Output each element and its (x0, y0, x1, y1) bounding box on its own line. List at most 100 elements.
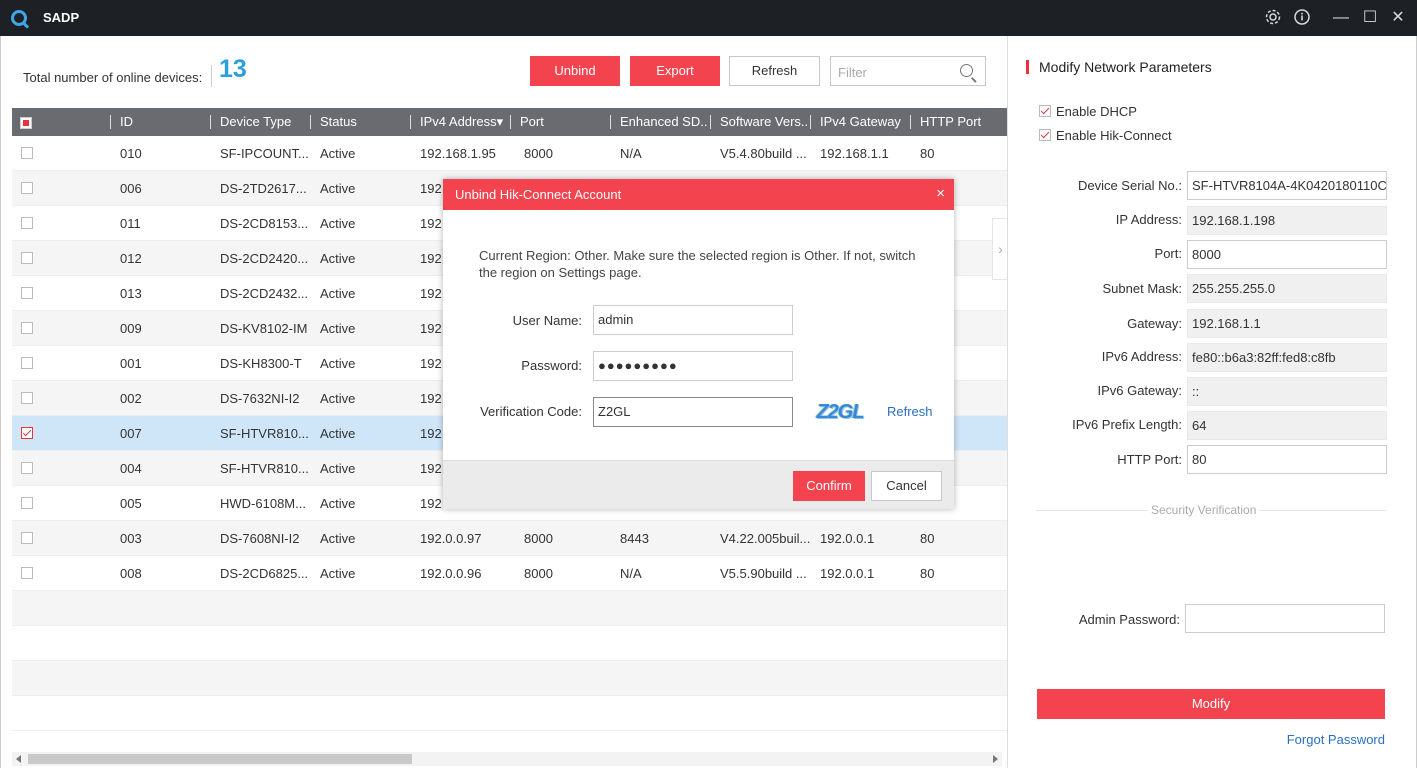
security-verification-label: Security Verification (1148, 503, 1260, 517)
col-ipv4-address[interactable]: IPv4 Address▾ (420, 108, 510, 136)
unbind-dialog: Unbind Hik-Connect Account × Current Reg… (443, 179, 954, 509)
row-checkbox[interactable] (21, 182, 33, 194)
username-input[interactable]: admin (593, 305, 793, 335)
ipv6-address-field: fe80::b6a3:82ff:fed8:c8fb (1187, 343, 1387, 372)
sort-down-icon: ▾ (496, 114, 504, 129)
cell-sw: V5.5.90build ... (720, 566, 807, 581)
col-enhanced-sdk[interactable]: Enhanced SD... (620, 108, 708, 136)
admin-password-field[interactable] (1185, 604, 1385, 633)
cell-type: SF-HTVR810... (220, 426, 309, 441)
admin-password-label: Admin Password: (1078, 612, 1180, 627)
collapse-panel-button[interactable]: › (992, 218, 1008, 280)
verification-code-input[interactable]: Z2GL (593, 397, 793, 427)
row-checkbox[interactable] (21, 217, 33, 229)
cell-ip: 192.0.0.97 (420, 531, 482, 546)
close-icon[interactable]: × (936, 185, 945, 203)
cancel-button[interactable]: Cancel (871, 471, 942, 501)
row-checkbox[interactable] (21, 532, 33, 544)
row-checkbox[interactable] (21, 287, 33, 299)
cell-status: Active (320, 286, 356, 301)
cell-sdk: N/A (620, 146, 642, 161)
row-checkbox[interactable] (21, 392, 33, 404)
info-icon[interactable] (1292, 8, 1312, 28)
password-input[interactable]: ●●●●●●●●● (593, 351, 793, 381)
col-ipv4-gateway[interactable]: IPv4 Gateway (820, 108, 901, 136)
enable-dhcp-label: Enable DHCP (1056, 104, 1137, 119)
row-checkbox[interactable] (21, 252, 33, 264)
scroll-right-icon[interactable] (993, 755, 998, 763)
cell-status: Active (320, 251, 356, 266)
unbind-button[interactable]: Unbind (530, 56, 620, 86)
row-checkbox[interactable] (21, 462, 33, 474)
row-checkbox[interactable] (21, 147, 33, 159)
cell-gw: 192.0.0.1 (820, 566, 875, 581)
row-checkbox[interactable] (21, 567, 33, 579)
cell-status: Active (320, 566, 356, 581)
col-id[interactable]: ID (120, 108, 133, 136)
cell-status: Active (320, 496, 356, 511)
col-port[interactable]: Port (520, 108, 544, 136)
table-row[interactable]: 008 DS-2CD6825... Active 192.0.0.96 8000 N/A V… (12, 556, 1007, 591)
app-title: SADP (43, 10, 80, 25)
captcha-refresh-link[interactable]: Refresh (887, 404, 933, 419)
select-all-checkbox[interactable] (20, 117, 32, 129)
search-icon[interactable] (960, 64, 973, 77)
filter-input[interactable] (838, 63, 953, 81)
refresh-button[interactable]: Refresh (729, 56, 820, 86)
scroll-left-icon[interactable] (16, 755, 21, 763)
password-label: Password: (521, 358, 582, 373)
cell-type: DS-KV8102-IM (220, 321, 308, 336)
forgot-password-link[interactable]: Forgot Password (1287, 732, 1385, 747)
table-row[interactable]: 010 SF-IPCOUNT... Active 192.168.1.95 8000 N/… (12, 136, 1007, 171)
cell-id: 002 (120, 391, 142, 406)
ipv6-prefix-label: IPv6 Prefix Length: (1072, 417, 1182, 432)
col-status[interactable]: Status (320, 108, 357, 136)
cell-http: 80 (920, 566, 935, 581)
empty-row (12, 626, 1007, 661)
row-checkbox[interactable] (21, 357, 33, 369)
ip-address-label: IP Address: (1115, 212, 1182, 227)
row-checkbox[interactable] (21, 427, 33, 439)
modify-button[interactable]: Modify (1037, 689, 1385, 719)
cell-type: DS-2CD6825... (220, 566, 309, 581)
cell-ip: 192. (420, 216, 446, 231)
horizontal-scrollbar[interactable] (12, 752, 1002, 766)
row-checkbox[interactable] (21, 497, 33, 509)
cell-ip: 192. (420, 391, 446, 406)
minimize-button[interactable]: — (1331, 8, 1351, 28)
ipv6-gateway-field: :: (1187, 377, 1387, 406)
sadp-logo-icon (11, 10, 27, 26)
confirm-button[interactable]: Confirm (793, 471, 865, 501)
maximize-button[interactable]: ☐ (1360, 8, 1380, 28)
cell-gw: 192.0.0.1 (820, 531, 875, 546)
gear-icon[interactable] (1263, 8, 1283, 28)
cell-status: Active (320, 356, 356, 371)
table-row[interactable]: 003 DS-7608NI-I2 Active 192.0.0.97 8000 8443 V… (12, 521, 1007, 556)
cell-ip: 192.0.0.96 (420, 566, 482, 581)
scroll-thumb[interactable] (28, 754, 412, 764)
serial-field[interactable]: SF-HTVR8104A-4K0420180110CCWR (1187, 171, 1387, 200)
cell-id: 003 (120, 531, 142, 546)
enable-dhcp-checkbox[interactable]: Enable DHCP (1039, 104, 1137, 119)
cell-ip: 192. (420, 251, 446, 266)
row-checkbox[interactable] (21, 322, 33, 334)
export-button[interactable]: Export (630, 56, 720, 86)
cell-id: 013 (120, 286, 142, 301)
port-field[interactable]: 8000 (1187, 240, 1387, 269)
col-http-port[interactable]: HTTP Port (920, 108, 981, 136)
col-software-version[interactable]: Software Vers... (720, 108, 808, 136)
checkbox-checked-icon (1039, 105, 1051, 117)
close-window-button[interactable]: ✕ (1388, 8, 1408, 28)
cell-sdk: N/A (620, 566, 642, 581)
http-port-field[interactable]: 80 (1187, 445, 1387, 474)
enable-hik-connect-checkbox[interactable]: Enable Hik-Connect (1039, 128, 1172, 143)
verification-code-label: Verification Code: (480, 404, 582, 419)
cell-ip: 192.168.1.95 (420, 146, 496, 161)
modify-network-panel: Modify Network Parameters Enable DHCP En… (1007, 36, 1417, 768)
subnet-mask-label: Subnet Mask: (1102, 281, 1183, 296)
cell-id: 011 (120, 216, 141, 231)
cell-type: DS-2CD2432... (220, 286, 309, 301)
cell-id: 006 (120, 181, 142, 196)
col-device-type[interactable]: Device Type (220, 108, 291, 136)
cell-ip: 192. (420, 426, 446, 441)
